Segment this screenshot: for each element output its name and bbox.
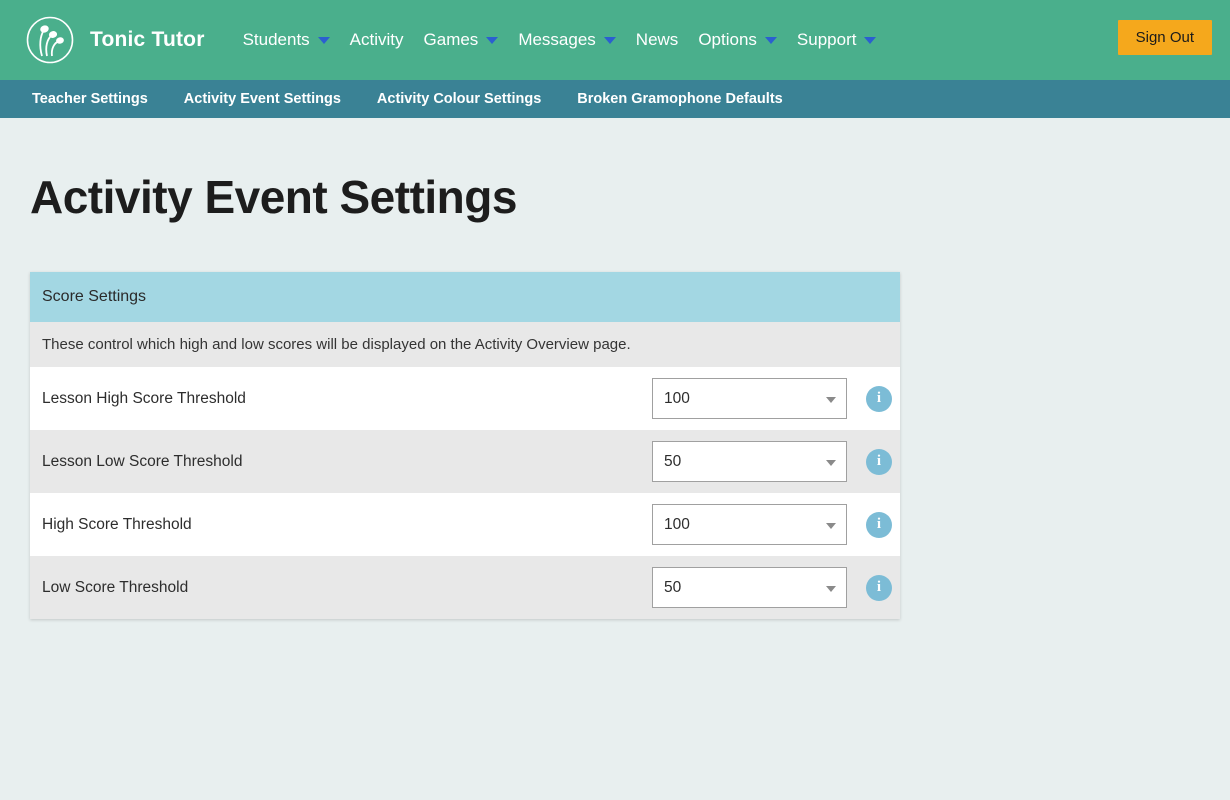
main-nav: Students Activity Games Messages News Op… <box>233 22 887 58</box>
sign-out-button[interactable]: Sign Out <box>1118 20 1212 55</box>
nav-item-support[interactable]: Support <box>787 22 887 58</box>
table-row: Lesson Low Score Threshold 50 i <box>30 430 900 493</box>
panel-header-title: Score Settings <box>30 272 900 322</box>
low-score-threshold-select-wrap: 50 <box>652 567 847 608</box>
main-content: Activity Event Settings Score Settings T… <box>0 170 1230 619</box>
chevron-down-icon <box>604 37 616 44</box>
nav-item-games[interactable]: Games <box>414 22 509 58</box>
low-score-threshold-select[interactable]: 50 <box>652 567 847 608</box>
nav-item-students[interactable]: Students <box>233 22 340 58</box>
brand-group[interactable]: Tonic Tutor <box>24 14 205 66</box>
lesson-low-score-threshold-select[interactable]: 50 <box>652 441 847 482</box>
setting-label: Lesson High Score Threshold <box>42 390 652 408</box>
top-navbar: Tonic Tutor Students Activity Games Mess… <box>0 0 1230 80</box>
subnav-item-activity-event-settings[interactable]: Activity Event Settings <box>184 91 341 107</box>
nav-label: Messages <box>518 30 595 50</box>
lesson-high-score-threshold-select[interactable]: 100 <box>652 378 847 419</box>
lesson-low-score-threshold-select-wrap: 50 <box>652 441 847 482</box>
nav-item-options[interactable]: Options <box>688 22 787 58</box>
lesson-high-score-threshold-select-wrap: 100 <box>652 378 847 419</box>
sub-navbar: Teacher Settings Activity Event Settings… <box>0 80 1230 118</box>
table-row: Low Score Threshold 50 i <box>30 556 900 619</box>
info-icon[interactable]: i <box>866 575 892 601</box>
subnav-item-broken-gramophone-defaults[interactable]: Broken Gramophone Defaults <box>577 91 782 107</box>
high-score-threshold-select[interactable]: 100 <box>652 504 847 545</box>
brand-name: Tonic Tutor <box>90 28 205 52</box>
chevron-down-icon <box>318 37 330 44</box>
info-icon[interactable]: i <box>866 386 892 412</box>
panel-description: These control which high and low scores … <box>30 322 900 367</box>
chevron-down-icon <box>864 37 876 44</box>
high-score-threshold-select-wrap: 100 <box>652 504 847 545</box>
chevron-down-icon <box>765 37 777 44</box>
setting-label: Low Score Threshold <box>42 579 652 597</box>
table-row: High Score Threshold 100 i <box>30 493 900 556</box>
nav-label: Activity <box>350 30 404 50</box>
nav-label: Students <box>243 30 310 50</box>
setting-label: Lesson Low Score Threshold <box>42 453 652 471</box>
setting-label: High Score Threshold <box>42 516 652 534</box>
nav-item-messages[interactable]: Messages <box>508 22 625 58</box>
nav-item-news[interactable]: News <box>626 22 689 58</box>
info-icon[interactable]: i <box>866 449 892 475</box>
page-title: Activity Event Settings <box>30 170 1200 224</box>
nav-label: Games <box>424 30 479 50</box>
nav-label: Support <box>797 30 857 50</box>
nav-label: News <box>636 30 679 50</box>
nav-item-activity[interactable]: Activity <box>340 22 414 58</box>
subnav-item-activity-colour-settings[interactable]: Activity Colour Settings <box>377 91 541 107</box>
subnav-item-teacher-settings[interactable]: Teacher Settings <box>32 91 148 107</box>
table-row: Lesson High Score Threshold 100 i <box>30 367 900 430</box>
nav-label: Options <box>698 30 757 50</box>
info-icon[interactable]: i <box>866 512 892 538</box>
tonic-tutor-logo-icon <box>24 14 76 66</box>
score-settings-panel: Score Settings These control which high … <box>30 272 900 619</box>
chevron-down-icon <box>486 37 498 44</box>
